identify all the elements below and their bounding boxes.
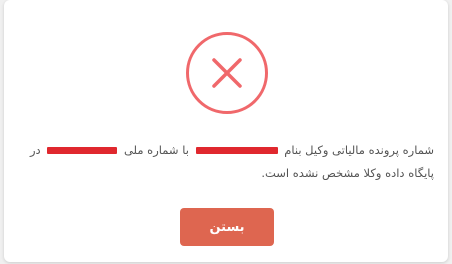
redacted-name <box>195 147 278 154</box>
error-message: شماره پرونده مالیاتی وکیل بنام با شماره … <box>18 139 434 185</box>
close-button[interactable]: بستن <box>180 208 274 246</box>
error-x-circle-icon <box>186 32 268 114</box>
message-part-1: شماره پرونده مالیاتی وکیل بنام <box>284 143 434 157</box>
error-dialog: شماره پرونده مالیاتی وکیل بنام با شماره … <box>4 0 448 262</box>
redacted-national-id <box>47 147 118 154</box>
message-part-2: با شماره ملی <box>123 143 189 157</box>
